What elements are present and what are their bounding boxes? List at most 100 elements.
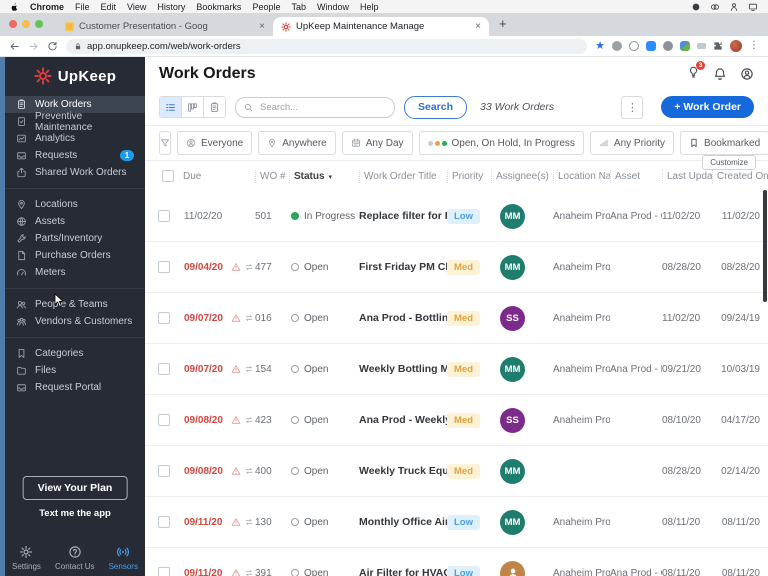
- new-tab-button[interactable]: +: [499, 16, 507, 31]
- menu-item-help[interactable]: Help: [360, 2, 379, 12]
- work-order-title[interactable]: Ana Prod - Weekly Ca...: [359, 414, 447, 426]
- sidebar-item-locations[interactable]: Locations: [5, 196, 145, 213]
- menu-item-tab[interactable]: Tab: [291, 2, 306, 12]
- list-view-button[interactable]: [160, 97, 181, 117]
- row-checkbox[interactable]: [158, 312, 170, 324]
- table-row[interactable]: 09/11/20 130 Open Monthly Office Air Fil...…: [145, 497, 768, 548]
- extensions-puzzle-icon[interactable]: [713, 41, 723, 51]
- filter-chip-open-on-hold-in-progress[interactable]: Open, On Hold, In Progress: [418, 131, 584, 155]
- sidebar-item-parts-inventory[interactable]: Parts/Inventory: [5, 230, 145, 247]
- menu-item-bookmarks[interactable]: Bookmarks: [196, 2, 241, 12]
- address-bar[interactable]: app.onupkeep.com/web/work-orders: [66, 38, 588, 54]
- table-row[interactable]: 09/04/20 477 Open First Friday PM ChecksMed…: [145, 242, 768, 293]
- column-header-work-order-title[interactable]: Work Order Title: [359, 169, 447, 183]
- row-checkbox[interactable]: [158, 363, 170, 375]
- view-plan-button[interactable]: View Your Plan: [22, 476, 128, 500]
- sidebar-item-meters[interactable]: Meters: [5, 264, 145, 281]
- sidebar-item-preventive-maintenance[interactable]: Preventive Maintenance: [5, 111, 145, 133]
- extension-icon[interactable]: [697, 43, 706, 49]
- close-window-button[interactable]: [9, 20, 17, 28]
- column-header-asset[interactable]: Asset: [610, 169, 662, 183]
- tab-close-icon[interactable]: ×: [475, 21, 481, 32]
- column-header-location-nam[interactable]: Location Nam: [553, 169, 610, 183]
- reload-button[interactable]: [47, 41, 58, 52]
- sidebar-item-categories[interactable]: Categories: [5, 345, 145, 362]
- new-work-order-button[interactable]: + Work Order: [661, 96, 754, 118]
- menubar-display-icon[interactable]: [748, 2, 758, 12]
- work-order-title[interactable]: Air Filter for HVAC: [359, 567, 447, 576]
- sidebar-item-assets[interactable]: Assets: [5, 213, 145, 230]
- row-checkbox[interactable]: [158, 465, 170, 477]
- table-row[interactable]: 09/11/20 391 Open Air Filter for HVAC Low Ana…: [145, 548, 768, 576]
- search-input[interactable]: [258, 100, 386, 114]
- profile-avatar[interactable]: [730, 40, 742, 52]
- menu-item-people[interactable]: People: [252, 2, 280, 12]
- browser-tab-active[interactable]: UpKeep Maintenance Manage ×: [273, 17, 489, 36]
- extension-icon[interactable]: [612, 41, 622, 51]
- work-order-title[interactable]: Monthly Office Air Fil...: [359, 516, 447, 528]
- filter-funnel-button[interactable]: [159, 131, 171, 155]
- browser-tab-inactive[interactable]: Customer Presentation - Goog ×: [57, 17, 273, 36]
- whats-new-button[interactable]: 3: [687, 60, 705, 84]
- tab-close-icon[interactable]: ×: [259, 21, 265, 32]
- upkeep-logo[interactable]: UpKeep: [5, 56, 145, 96]
- sidebar-item-shared-work-orders[interactable]: Shared Work Orders: [5, 164, 145, 181]
- table-row[interactable]: 09/07/20 016 Open Ana Prod - Bottling Li...…: [145, 293, 768, 344]
- user-profile-icon[interactable]: [740, 67, 754, 81]
- row-checkbox[interactable]: [158, 261, 170, 273]
- menu-item-file[interactable]: File: [75, 2, 90, 12]
- filter-chip-any-priority[interactable]: Any Priority: [589, 131, 675, 155]
- row-checkbox[interactable]: [158, 567, 170, 576]
- more-options-button[interactable]: ⋮: [621, 95, 644, 119]
- minimize-window-button[interactable]: [22, 20, 30, 28]
- sidebar-item-files[interactable]: Files: [5, 362, 145, 379]
- row-checkbox[interactable]: [158, 210, 170, 222]
- work-order-title[interactable]: Ana Prod - Bottling Li...: [359, 312, 447, 324]
- column-header-last-updated[interactable]: Last Updated: [662, 169, 712, 183]
- menu-item-edit[interactable]: Edit: [101, 2, 117, 12]
- apple-menu-icon[interactable]: [10, 2, 19, 12]
- menu-item-window[interactable]: Window: [317, 2, 349, 12]
- work-order-title[interactable]: Weekly Bottling Main...: [359, 363, 447, 375]
- assignee-avatar[interactable]: SS: [500, 305, 525, 331]
- text-me-app-link[interactable]: Text me the app: [5, 508, 145, 519]
- column-header-created-on[interactable]: Created On: [712, 169, 768, 183]
- table-row[interactable]: 09/08/20 400 Open Weekly Truck Equip...Med M…: [145, 446, 768, 497]
- select-all-checkbox[interactable]: [162, 170, 174, 182]
- forward-button[interactable]: [28, 41, 39, 52]
- work-order-title[interactable]: Replace filter for HVAC: [359, 210, 447, 222]
- sidebar-item-request-portal[interactable]: Request Portal: [5, 379, 145, 396]
- browser-menu-icon[interactable]: ⋮: [749, 41, 759, 51]
- sensors-button[interactable]: Sensors: [109, 545, 138, 571]
- sidebar-item-purchase-orders[interactable]: Purchase Orders: [5, 247, 145, 264]
- menu-item-chrome[interactable]: Chrome: [30, 2, 64, 12]
- column-header-priority[interactable]: Priority: [447, 169, 491, 183]
- column-header-status[interactable]: Status ▾: [289, 169, 359, 183]
- bell-icon[interactable]: [713, 67, 727, 81]
- extension-icon[interactable]: [629, 41, 639, 51]
- column-header-wo[interactable]: WO #: [255, 169, 289, 183]
- menubar-extra-icon[interactable]: [691, 2, 701, 12]
- extension-icon[interactable]: [680, 41, 690, 51]
- sidebar-item-requests[interactable]: Requests 1: [5, 147, 145, 164]
- sidebar-item-analytics[interactable]: Analytics: [5, 130, 145, 147]
- assignee-avatar[interactable]: SS: [500, 407, 525, 433]
- assignee-avatar[interactable]: MM: [500, 356, 525, 382]
- back-button[interactable]: [9, 41, 20, 52]
- column-view-button[interactable]: [181, 97, 203, 117]
- table-row[interactable]: 11/02/20 501 In Progress Replace filter for…: [145, 191, 768, 242]
- filter-chip-everyone[interactable]: Everyone: [177, 131, 253, 155]
- filter-chip-any-day[interactable]: Any Day: [341, 131, 413, 155]
- table-row[interactable]: 09/08/20 423 Open Ana Prod - Weekly Ca...Me…: [145, 395, 768, 446]
- sidebar-item-people-teams[interactable]: People & Teams: [5, 296, 145, 313]
- work-order-title[interactable]: First Friday PM Checks: [359, 261, 447, 273]
- vertical-scrollbar[interactable]: [763, 190, 767, 302]
- bookmark-star-icon[interactable]: ★: [595, 40, 605, 52]
- assignee-avatar[interactable]: MM: [500, 254, 525, 280]
- settings-button[interactable]: Settings: [12, 545, 41, 571]
- calendar-view-button[interactable]: [203, 97, 225, 117]
- search-button[interactable]: Search: [404, 95, 468, 119]
- assignee-avatar[interactable]: MM: [500, 509, 525, 535]
- row-checkbox[interactable]: [158, 414, 170, 426]
- filter-chip-anywhere[interactable]: Anywhere: [258, 131, 336, 155]
